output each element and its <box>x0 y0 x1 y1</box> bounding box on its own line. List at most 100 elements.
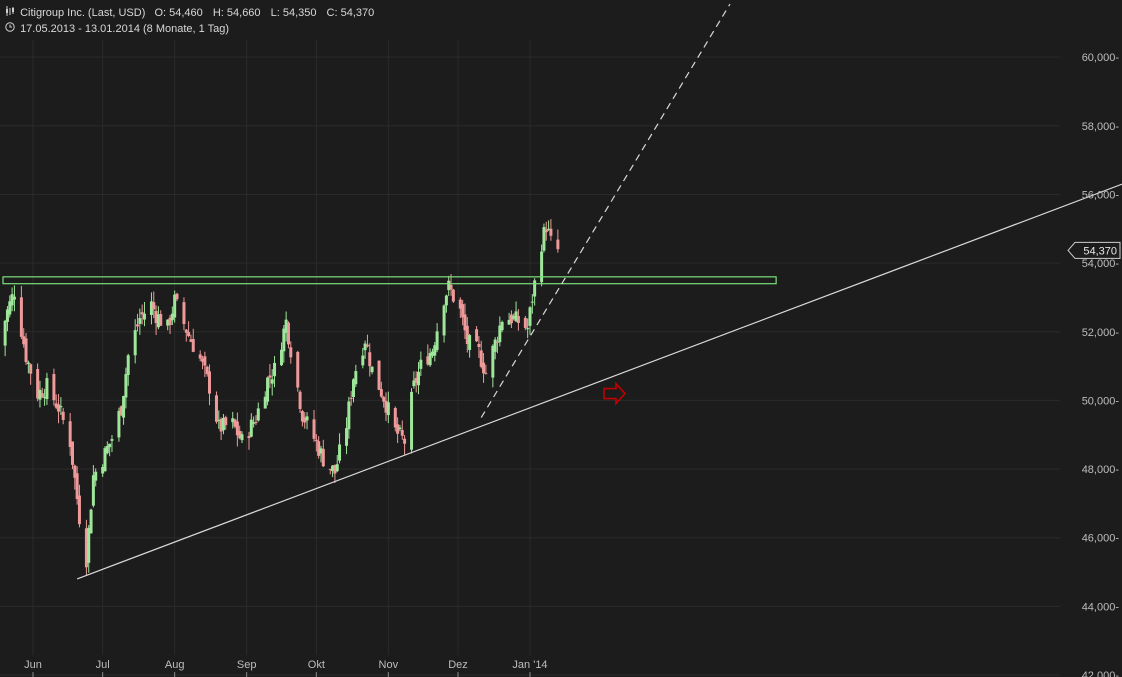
high-value: H: 54,660 <box>212 7 261 19</box>
candle-body <box>256 408 260 421</box>
candle-body <box>268 375 272 378</box>
candle-body <box>124 374 128 398</box>
candle-body <box>270 379 274 384</box>
candle-body <box>482 362 486 374</box>
candle-body <box>314 439 318 442</box>
candle-body <box>286 322 290 345</box>
date-range: 17.05.2013 - 13.01.2014 (8 Monate, 1 Tag… <box>5 22 229 35</box>
y-tick-label: 60,000- <box>1082 52 1120 64</box>
candle-body <box>556 239 560 250</box>
candle-body <box>363 343 367 351</box>
candle-body <box>136 324 140 327</box>
date-range-text: 17.05.2013 - 13.01.2014 (8 Monate, 1 Tag… <box>20 23 230 35</box>
candle-body <box>396 424 400 434</box>
candle-body <box>110 439 114 441</box>
candle-body <box>370 366 374 373</box>
candle-body <box>40 393 44 397</box>
x-tick-label: Jun <box>24 659 42 671</box>
close-value: C: 54,370 <box>326 7 375 19</box>
x-tick-label: Jul <box>96 659 110 671</box>
candle-body <box>133 330 137 356</box>
candle-body <box>108 443 112 448</box>
candle-body <box>89 509 93 534</box>
candle-body <box>442 305 446 336</box>
candle-body <box>273 362 277 377</box>
candle-body <box>523 317 527 328</box>
x-tick-label: Sep <box>237 659 257 671</box>
candle-body <box>354 371 358 385</box>
candle-body <box>24 338 28 363</box>
y-tick-label: 56,000- <box>1082 189 1120 201</box>
chart-annotations <box>2 3 1122 580</box>
candle-body <box>312 419 316 439</box>
y-tick-label: 46,000- <box>1082 533 1120 545</box>
price-chart: 42,000- 44,000- 46,000- 48,000- 50,000- 52,00… <box>0 3 1122 677</box>
candle-body <box>544 229 548 233</box>
candle-body <box>298 391 302 409</box>
candle-body <box>377 360 381 390</box>
candle-body <box>321 448 325 467</box>
candle-body <box>493 339 497 352</box>
candle-body <box>12 296 16 300</box>
candle-body <box>379 389 383 397</box>
y-tick-label: 52,000- <box>1082 327 1120 339</box>
candle-body <box>249 419 253 437</box>
candle-body <box>61 411 65 420</box>
x-tick-label: Okt <box>308 659 325 671</box>
y-tick-label: 42,000- <box>1082 670 1120 677</box>
x-tick-label: Jan '14 <box>512 659 547 671</box>
candle-body <box>305 416 309 421</box>
candle-body <box>138 318 142 324</box>
candle-body <box>203 356 207 366</box>
candle-body <box>526 328 530 330</box>
candle-body <box>500 321 504 331</box>
candle-body <box>19 297 23 337</box>
grid-lines <box>0 40 1060 676</box>
candle-body <box>182 302 186 325</box>
open-value: O: 54,460 <box>154 7 203 19</box>
y-tick-label: 50,000- <box>1082 395 1120 407</box>
candle-body <box>289 347 293 358</box>
candle-body <box>3 320 7 346</box>
candle-body <box>449 284 453 290</box>
candle-body <box>191 339 195 352</box>
candle-body <box>29 364 33 374</box>
candle-body <box>224 417 228 426</box>
candle-body <box>516 316 520 323</box>
candle-body <box>530 301 534 303</box>
y-tick-label: 54,000- <box>1082 258 1120 270</box>
candle-body <box>444 295 448 306</box>
low-value: L: 54,350 <box>270 7 317 19</box>
candlestick-icon <box>5 6 17 19</box>
instrument-title: Citigroup Inc. (Last, USD) <box>20 7 146 19</box>
resistance-zone <box>2 276 777 285</box>
candle-body <box>240 434 244 441</box>
candle-body <box>70 441 74 465</box>
candle-body <box>26 362 30 365</box>
x-tick-label: Nov <box>379 659 399 671</box>
candle-body <box>549 228 553 236</box>
candle-body <box>368 352 372 367</box>
candlestick-series <box>3 219 560 576</box>
candle-body <box>208 371 212 394</box>
candle-body <box>105 446 109 454</box>
candle-body <box>386 402 390 416</box>
candle-body <box>57 404 61 412</box>
support-trendline <box>76 183 1122 580</box>
candle-body <box>540 251 544 283</box>
candle-body <box>533 280 537 297</box>
candle-body <box>175 293 179 300</box>
candle-body <box>410 391 414 450</box>
candle-body <box>122 396 126 418</box>
candle-body <box>403 438 407 444</box>
candle-body <box>94 471 98 481</box>
candle-body <box>468 335 472 350</box>
candle-body <box>142 313 146 320</box>
y-axis: 42,000- 44,000- 46,000- 48,000- 50,000- 52,00… <box>1067 52 1121 677</box>
candle-body <box>477 343 481 347</box>
candle-body <box>345 428 349 446</box>
candle-body <box>77 495 81 525</box>
candle-body <box>126 355 130 376</box>
candle-body <box>75 473 79 500</box>
candle-body <box>187 332 191 337</box>
